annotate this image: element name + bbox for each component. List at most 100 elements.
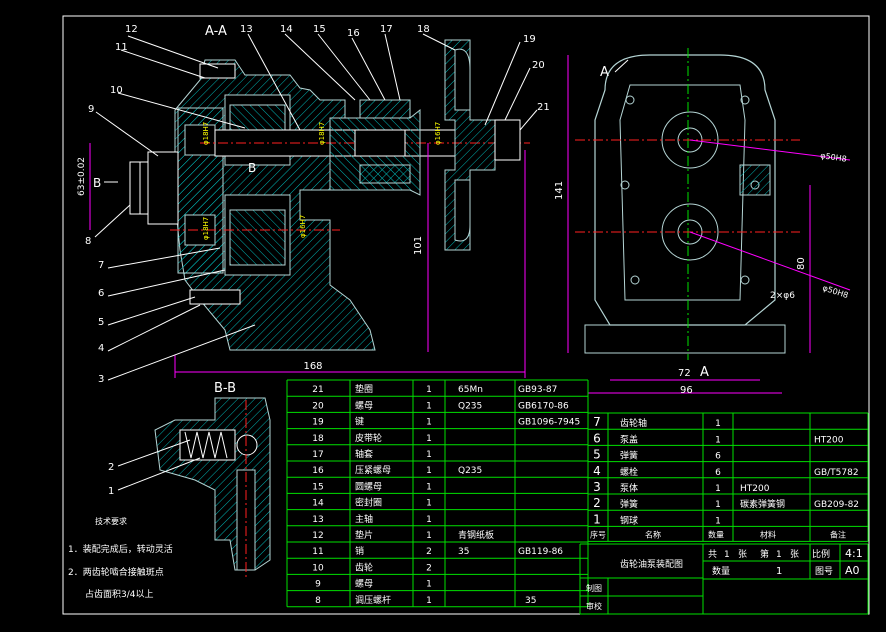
dim-phi50-bot: φ50H8 (821, 283, 849, 300)
section-label-bb: B-B (214, 381, 236, 396)
scale-label: 比例 (812, 548, 830, 560)
balloon-17: 17 (380, 24, 393, 35)
bom-left-name: 销 (355, 545, 364, 557)
notes-title: 技术要求 (95, 516, 127, 526)
dim-fit-2: φ18H7 (318, 122, 326, 145)
bom-left-std: GB119-86 (518, 547, 563, 557)
balloon-19: 19 (523, 34, 536, 45)
bom-right-qty: 1 (715, 419, 721, 429)
bom-left-qty: 1 (426, 418, 432, 428)
bom-left-no: 20 (312, 401, 324, 411)
bom-left-name: 螺母 (355, 400, 373, 411)
bom-left-material: 青钢纸板 (458, 529, 494, 541)
dim-168: 168 (303, 361, 322, 372)
bom-left-material: 35 (458, 547, 469, 557)
bom-left-qty: 1 (426, 596, 432, 606)
balloon-6: 6 (98, 288, 104, 299)
bom-left-name: 齿轮 (355, 561, 373, 573)
assembly-drawing: φ18H7 φ18H7 φ16H7 φ18H7 φ16H7 168 101 63… (62, 15, 870, 615)
bom-right-qty: 6 (715, 452, 721, 462)
bom-left-qty: 1 (426, 401, 432, 411)
bom-left-material: Q235 (458, 466, 482, 476)
bom-left-qty: 1 (426, 482, 432, 492)
bom-left-qty: 1 (426, 531, 432, 541)
bom-right-note: GB209-82 (814, 500, 859, 510)
bom-right-no: 4 (593, 464, 601, 478)
bom-left-qty: 1 (426, 499, 432, 509)
bom-left-name: 垫片 (355, 529, 373, 541)
bom-header-no: 序号 (590, 529, 606, 539)
bom-left-qty: 1 (426, 466, 432, 476)
bom-left-no: 10 (312, 563, 324, 573)
balloon-21: 21 (537, 102, 550, 113)
qty-value: 1 (776, 566, 782, 577)
bom-left-no: 17 (312, 450, 323, 460)
bom-left-no: 19 (312, 418, 324, 428)
bom-right-no: 3 (593, 480, 601, 494)
section-label-aa: A-A (205, 24, 227, 39)
balloon-4: 4 (98, 343, 104, 354)
bom-left-no: 16 (312, 466, 324, 476)
bom-left-std: GB6170-86 (518, 401, 569, 411)
balloon-20: 20 (532, 60, 545, 71)
sheet-total: 1 (724, 550, 730, 560)
balloon-bb-1: 1 (108, 486, 114, 497)
bom-left-name: 调压螺杆 (355, 594, 391, 606)
main-section-view: φ18H7 φ18H7 φ16H7 φ18H7 φ16H7 168 101 63… (77, 24, 530, 378)
qty-label: 数量 (712, 565, 730, 577)
sheet-label: 第 (760, 548, 769, 560)
bom-left-qty: 1 (426, 450, 432, 460)
bom-right-note: HT200 (814, 435, 844, 445)
bom-left-no: 11 (312, 547, 323, 557)
balloon-5: 5 (98, 317, 104, 328)
bom-left-qty: 1 (426, 434, 432, 444)
drawing-no: A0 (845, 564, 860, 577)
bom-right-qty: 1 (715, 484, 721, 494)
balloon-7: 7 (98, 260, 104, 271)
balloon-16: 16 (347, 28, 360, 39)
dim-fit-4: φ18H7 (202, 217, 210, 240)
view-mark-b-inner: B (248, 161, 256, 175)
dim-63: 63±0.02 (77, 157, 87, 196)
title-block: 齿轮油泵装配图共 1 张第 1 张比例 4:1数量 1 图号 A0制图审校 (579, 543, 869, 615)
bom-right-no: 1 (593, 512, 601, 526)
bom-right-material: 碳素弹簧钢 (740, 498, 785, 510)
bom-right-name: 齿轮轴 (620, 417, 647, 429)
bom-left-material: Q235 (458, 401, 482, 411)
bom-left-std: GB1096-7945 (518, 418, 580, 428)
view-mark-b-left: B (93, 176, 101, 190)
scale-value: 4:1 (845, 547, 863, 560)
bom-right-no: 7 (593, 415, 601, 429)
bom-left-no: 9 (315, 580, 321, 590)
drawing-name: 齿轮油泵装配图 (620, 558, 683, 570)
dim-fit-1: φ18H7 (202, 122, 210, 145)
balloon-9: 9 (88, 104, 94, 115)
notes-line-3: 占齿面积3/4以上 (85, 588, 154, 600)
bom-left-note: 35 (525, 596, 536, 606)
bom-left-name: 螺母 (355, 579, 373, 590)
balloon-3: 3 (98, 374, 104, 385)
bom-right-no: 2 (593, 496, 601, 510)
bom-left-std: GB93-87 (518, 385, 557, 395)
bom-right-qty: 6 (715, 468, 721, 478)
bom-right-qty: 1 (715, 516, 721, 526)
drawing-no-label: 图号 (815, 566, 833, 577)
balloon-12: 12 (125, 24, 138, 35)
bom-header-qty: 数量 (708, 529, 724, 539)
dim-96: 96 (680, 385, 693, 396)
dim-fit-3: φ16H7 (434, 122, 442, 145)
bom-right-name: 弹簧 (620, 498, 638, 510)
notes-line-2: 2．两齿轮啮合接触斑点 (68, 566, 164, 578)
bom-left-no: 21 (312, 385, 323, 395)
bom-right-name: 钢球 (620, 514, 638, 526)
bom-left-qty: 1 (426, 515, 432, 525)
bom-left-name: 轴套 (355, 448, 373, 460)
bom-right-no: 6 (593, 431, 601, 445)
dim-phi50-top: φ50H8 (820, 151, 848, 164)
balloon-18: 18 (417, 24, 430, 35)
balloon-10: 10 (110, 85, 123, 96)
dim-141: 141 (554, 181, 565, 200)
balloon-13: 13 (240, 24, 253, 35)
dim-fit-5: φ16H7 (299, 215, 307, 238)
balloon-bb-2: 2 (108, 462, 114, 473)
